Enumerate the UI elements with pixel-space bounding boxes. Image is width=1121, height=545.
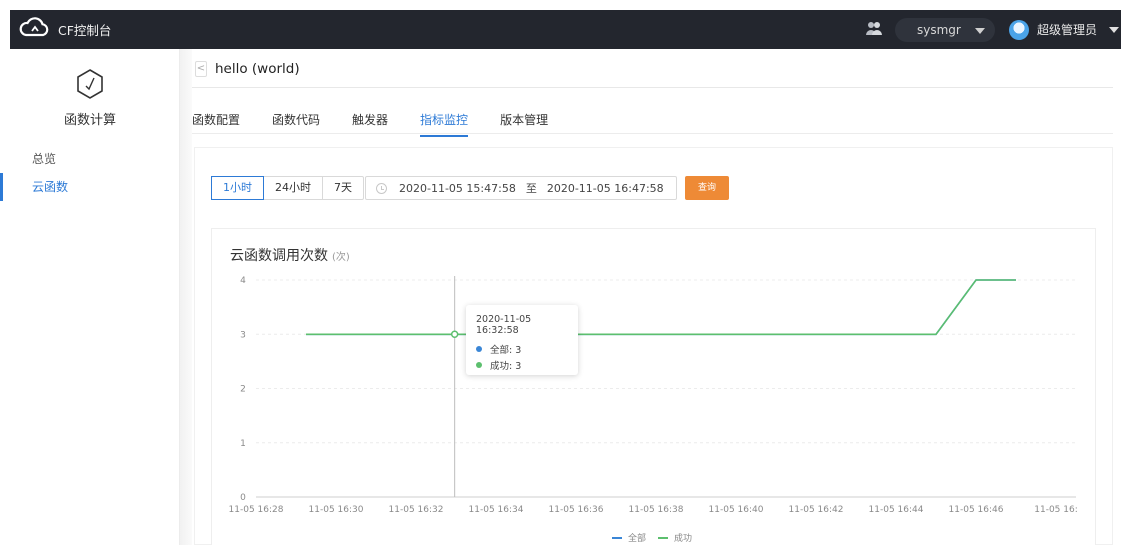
chart-tooltip: 2020-11-05 16:32:58 全部: 3 成功: 3 — [466, 305, 578, 375]
legend-label-success: 成功 — [674, 534, 693, 544]
series-dot-icon — [476, 362, 482, 368]
legend-label-all: 全部 — [628, 534, 647, 544]
console-page: CF控制台 sysmgr 超级管理员 函数计算 总览 云函数 < hello (… — [0, 0, 1121, 545]
tooltip-value-success: 成功: 3 — [490, 361, 522, 372]
query-button[interactable]: 查询 — [685, 176, 729, 200]
x-tick-label: 11-05 16:38 — [629, 505, 684, 515]
organization-name: sysmgr — [916, 22, 961, 37]
product-title: 函数计算 — [63, 113, 116, 128]
y-tick-label: 1 — [240, 439, 246, 449]
top-bar: CF控制台 sysmgr 超级管理员 — [10, 10, 1121, 49]
organization-icon — [865, 20, 895, 40]
series-line-all — [306, 279, 1016, 336]
main-content: < hello (world) 函数配置 函数代码 触发器 指标监控 版本管理 … — [192, 49, 1121, 545]
start-time[interactable]: 2020-11-05 15:47:58 — [399, 182, 516, 195]
x-tick-label: 11-05 16:40 — [709, 505, 764, 515]
chart-legend: 全部 成功 — [612, 531, 704, 544]
tooltip-time: 2020-11-05 16:32:58 — [476, 314, 532, 336]
date-range-picker[interactable]: 2020-11-05 15:47:58 至 2020-11-05 16:47:5… — [365, 176, 677, 200]
series-dot-icon — [476, 346, 482, 352]
time-range-selector: 1小时 24小时 7天 — [211, 176, 364, 200]
cloud-logo-icon — [18, 16, 50, 42]
end-time[interactable]: 2020-11-05 16:47:58 — [547, 182, 664, 195]
x-tick-label: 11-05 16:30 — [309, 505, 364, 515]
range-24h-button[interactable]: 24小时 — [264, 177, 323, 199]
y-tick-label: 3 — [240, 330, 246, 340]
sidebar: 函数计算 总览 云函数 — [0, 49, 180, 545]
x-tick-label: 11-05 16:28 — [229, 505, 284, 515]
metrics-panel: 1小时 24小时 7天 2020-11-05 15:47:58 至 2020-1… — [194, 147, 1113, 545]
avatar[interactable] — [1008, 19, 1029, 40]
page-title: hello (world) — [215, 61, 300, 77]
x-tick-label: 11-05 16:42 — [789, 505, 844, 515]
console-title: CF控制台 — [58, 22, 112, 38]
x-tick-label: 11-05 16:46 — [949, 505, 1004, 515]
x-tick-label: 11-05 16:32 — [389, 505, 444, 515]
chevron-down-icon — [974, 27, 985, 34]
breadcrumb: < hello (world) — [192, 59, 300, 79]
sidebar-item-overview[interactable]: 总览 — [0, 145, 180, 173]
x-tick-label: 11-05 16:34 — [469, 505, 524, 515]
x-tick-label: 11-05 16: — [1034, 505, 1078, 515]
tab-version-management[interactable]: 版本管理 — [500, 111, 548, 133]
tab-function-config[interactable]: 函数配置 — [192, 111, 240, 133]
sidebar-divider — [180, 49, 192, 545]
legend-item-all[interactable]: 全部 — [612, 531, 646, 544]
organization-selector[interactable]: sysmgr — [894, 17, 995, 42]
invocation-chart-card: 云函数调用次数 (次) 0 1 2 3 4 11-05 16:28 11-05 16:30 11… — [211, 228, 1096, 545]
x-tick-label: 11-05 16:36 — [549, 505, 604, 515]
sidebar-item-cloud-functions[interactable]: 云函数 — [0, 173, 180, 201]
tab-metrics-monitoring[interactable]: 指标监控 — [420, 111, 469, 137]
tooltip-row-success: 成功: 3 — [476, 357, 568, 373]
tab-bar: 函数配置 函数代码 触发器 指标监控 版本管理 — [192, 111, 580, 137]
user-area: sysmgr 超级管理员 — [865, 10, 1121, 49]
range-1h-button[interactable]: 1小时 — [211, 176, 264, 200]
legend-item-success[interactable]: 成功 — [658, 531, 692, 544]
x-tick-label: 11-05 16:44 — [869, 505, 924, 515]
tab-triggers[interactable]: 触发器 — [352, 111, 388, 133]
legend-swatch — [658, 536, 669, 539]
tooltip-value-all: 全部: 3 — [490, 345, 522, 356]
legend-swatch — [612, 536, 622, 539]
tooltip-row-all: 全部: 3 — [476, 341, 568, 357]
clock-icon — [376, 182, 387, 194]
divider — [192, 133, 1113, 134]
tab-function-code[interactable]: 函数代码 — [272, 111, 320, 133]
back-button[interactable]: < — [195, 61, 207, 77]
series-line-success — [306, 279, 1016, 336]
invocation-line-chart[interactable]: 0 1 2 3 4 11-05 16:28 11-05 16:30 11-05 16:32 11… — [212, 229, 1097, 545]
y-tick-label: 4 — [240, 276, 246, 286]
range-7d-button[interactable]: 7天 — [323, 177, 363, 199]
chevron-down-icon[interactable] — [1109, 26, 1119, 33]
date-separator: 至 — [525, 182, 537, 195]
divider — [192, 87, 1113, 88]
user-role-menu[interactable]: 超级管理员 — [1037, 21, 1097, 38]
hover-point — [450, 330, 459, 338]
y-tick-label: 0 — [240, 493, 246, 503]
brand[interactable]: CF控制台 — [18, 17, 111, 41]
y-tick-label: 2 — [240, 385, 246, 395]
